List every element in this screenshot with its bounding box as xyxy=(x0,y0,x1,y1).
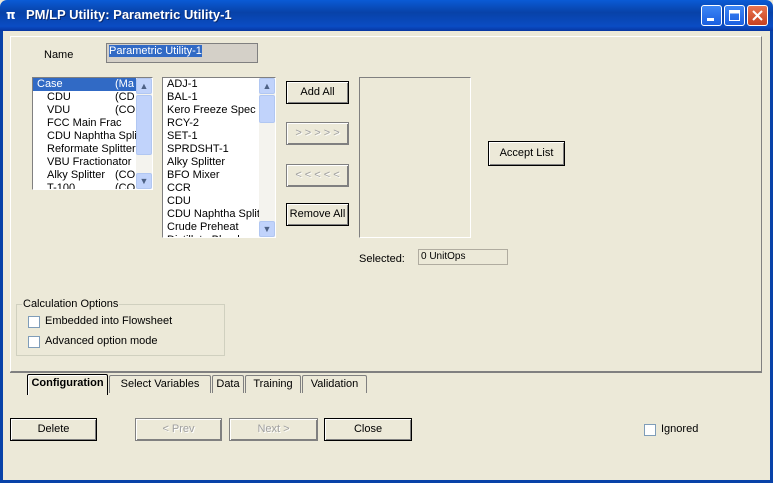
case-name: CDU Naphtha Spli xyxy=(47,130,137,142)
ignored-label: Ignored xyxy=(661,423,699,435)
case-name: T-100 xyxy=(47,182,76,190)
tab-data[interactable]: Data xyxy=(212,375,244,393)
selected-count: 0 UnitOps xyxy=(418,249,508,265)
scroll-thumb[interactable] xyxy=(259,95,275,123)
add-selected-button[interactable]: > > > > > xyxy=(286,122,349,145)
embedded-label: Embedded into Flowsheet xyxy=(45,315,173,327)
scroll-up-icon[interactable]: ▲ xyxy=(136,78,152,94)
tab-configuration[interactable]: Configuration xyxy=(27,374,108,395)
case-tag: (CD xyxy=(115,91,135,103)
tab-strip-line xyxy=(10,372,762,373)
case-name: Case xyxy=(37,78,63,90)
case-name: FCC Main Frac xyxy=(47,117,122,129)
case-list-scrollbar[interactable]: ▲ ▼ xyxy=(136,78,152,189)
case-tag: (CO xyxy=(115,104,136,116)
case-tag: (Ma xyxy=(115,78,134,90)
case-tag: (CO xyxy=(115,169,136,181)
minimize-button[interactable] xyxy=(701,5,722,26)
close-window-button[interactable] xyxy=(747,5,768,26)
prev-button[interactable]: < Prev xyxy=(135,418,222,441)
selected-unitops-list[interactable] xyxy=(359,77,471,238)
calculation-options-group xyxy=(16,304,225,356)
unitop-list[interactable]: ADJ-1 BAL-1 Kero Freeze Spec RCY-2 SET-1 SPRD… xyxy=(162,77,276,238)
remove-selected-button[interactable]: < < < < < xyxy=(286,164,349,187)
tab-validation[interactable]: Validation xyxy=(302,375,367,393)
selected-label: Selected: xyxy=(359,253,405,265)
list-item[interactable]: Alky Splitter (CO xyxy=(33,169,152,182)
name-field[interactable]: Parametric Utility-1 xyxy=(106,43,258,63)
accept-list-button[interactable]: Accept List xyxy=(488,141,565,166)
maximize-icon xyxy=(729,10,740,21)
app-icon: π xyxy=(6,8,16,22)
list-item[interactable]: CDU Naphtha Spli xyxy=(33,130,152,143)
case-tree-list[interactable]: Case (Ma CDU (CD VDU (CO FCC Main Frac CDU Naph… xyxy=(32,77,153,190)
delete-button[interactable]: Delete xyxy=(10,418,97,441)
scroll-down-icon[interactable]: ▼ xyxy=(136,173,152,189)
next-button[interactable]: Next > xyxy=(229,418,318,441)
unitop-list-scrollbar[interactable]: ▲ ▼ xyxy=(259,78,275,237)
close-button[interactable]: Close xyxy=(324,418,412,441)
add-all-button[interactable]: Add All xyxy=(286,81,349,104)
advanced-checkbox[interactable] xyxy=(28,336,40,348)
title-bar[interactable]: π PM/LP Utility: Parametric Utility-1 xyxy=(0,0,773,31)
case-name: Alky Splitter xyxy=(47,169,106,181)
tab-training[interactable]: Training xyxy=(245,375,301,393)
case-name: Reformate Splitter xyxy=(47,143,136,155)
calculation-options-title: Calculation Options xyxy=(22,298,120,310)
case-name: VDU xyxy=(47,104,71,116)
name-value: Parametric Utility-1 xyxy=(109,45,202,57)
tab-select-variables[interactable]: Select Variables xyxy=(109,375,211,393)
list-item[interactable]: Reformate Splitter xyxy=(33,143,152,156)
list-item[interactable]: FCC Main Frac xyxy=(33,117,152,130)
advanced-label: Advanced option mode xyxy=(45,335,158,347)
scroll-thumb[interactable] xyxy=(136,95,152,155)
scroll-down-icon[interactable]: ▼ xyxy=(259,221,275,237)
maximize-button[interactable] xyxy=(724,5,745,26)
case-name: CDU xyxy=(47,91,71,103)
list-item[interactable]: VBU Fractionator xyxy=(33,156,152,169)
ignored-checkbox[interactable] xyxy=(644,424,656,436)
close-icon xyxy=(752,10,763,21)
minimize-icon xyxy=(707,18,714,21)
list-item[interactable]: T-100 (CO xyxy=(33,182,152,190)
list-item[interactable]: Case (Ma xyxy=(33,78,152,91)
case-name: VBU Fractionator xyxy=(47,156,132,168)
case-rows: Case (Ma CDU (CD VDU (CO FCC Main Frac CDU Naph… xyxy=(33,78,152,190)
case-tag: (CO xyxy=(115,182,136,190)
list-item[interactable]: CDU (CD xyxy=(33,91,152,104)
name-label: Name xyxy=(44,49,74,61)
embedded-checkbox[interactable] xyxy=(28,316,40,328)
remove-all-button[interactable]: Remove All xyxy=(286,203,349,226)
window-title: PM/LP Utility: Parametric Utility-1 xyxy=(26,7,232,22)
scroll-up-icon[interactable]: ▲ xyxy=(259,78,275,94)
list-item[interactable]: VDU (CO xyxy=(33,104,152,117)
